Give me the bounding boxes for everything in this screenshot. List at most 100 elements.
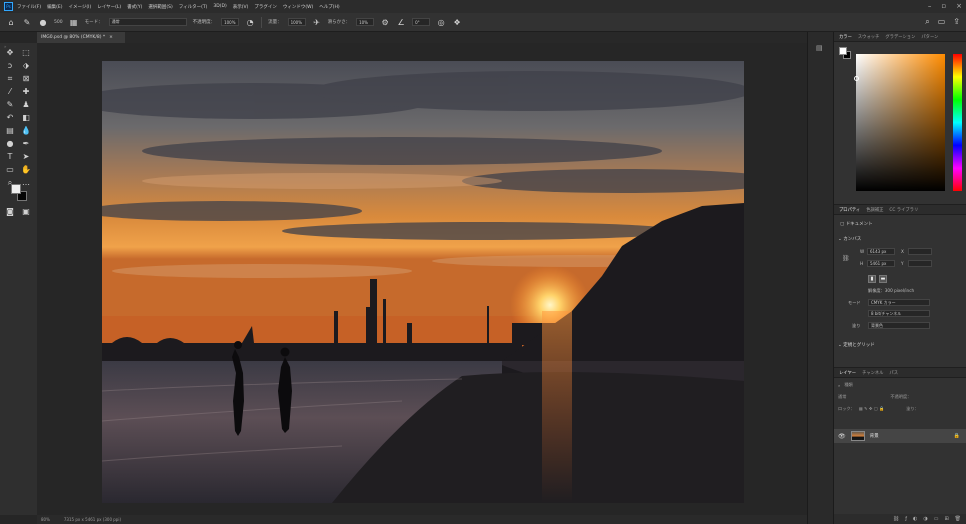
menu-filter[interactable]: フィルター(T) bbox=[179, 4, 208, 10]
workspace-icon[interactable]: ▭ bbox=[938, 17, 946, 27]
type-icon[interactable]: T bbox=[4, 152, 16, 162]
quick-mask-icon[interactable]: ◙ bbox=[4, 207, 16, 217]
menu-help[interactable]: ヘルプ(H) bbox=[319, 4, 339, 10]
link-icon[interactable]: ⛓ bbox=[842, 255, 850, 262]
menu-view[interactable]: 表示(V) bbox=[233, 4, 249, 10]
menu-plugins[interactable]: プラグイン bbox=[254, 4, 277, 10]
healing-icon[interactable]: ✚ bbox=[20, 87, 32, 97]
rulers-section-heading[interactable]: ⌄ 定規とグリッド bbox=[838, 342, 875, 348]
color-picker-field[interactable] bbox=[856, 54, 945, 191]
history-panel-icon[interactable]: ▤ bbox=[816, 44, 823, 52]
close-window-icon[interactable]: × bbox=[956, 2, 962, 10]
flow-field[interactable]: 100% bbox=[287, 18, 306, 26]
tab-adjustments[interactable]: 色調補正 bbox=[866, 207, 883, 213]
width-field[interactable]: 6143 px bbox=[867, 248, 895, 255]
menu-3d[interactable]: 3D(D) bbox=[213, 4, 226, 9]
tab-patterns[interactable]: パターン bbox=[921, 34, 938, 40]
tab-libraries[interactable]: CC ライブラリ bbox=[889, 207, 918, 213]
menu-file[interactable]: ファイル(F) bbox=[17, 4, 41, 10]
search-icon[interactable]: ⌕ bbox=[925, 17, 929, 27]
smoothing-field[interactable]: 10% bbox=[356, 18, 375, 26]
gradient-icon[interactable]: ▤ bbox=[4, 126, 16, 136]
home-icon[interactable]: ⌂ bbox=[6, 17, 16, 27]
artboard-icon[interactable]: ⬚ bbox=[20, 48, 32, 58]
canvas-section-heading[interactable]: ⌄ カンバス bbox=[838, 236, 861, 242]
tab-channels[interactable]: チャンネル bbox=[862, 370, 883, 376]
shape-icon[interactable]: ▭ bbox=[4, 165, 16, 175]
fill-select[interactable]: 背景色 bbox=[868, 322, 930, 329]
screen-mode-icon[interactable]: ▣ bbox=[20, 207, 32, 217]
tab-swatches[interactable]: スウォッチ bbox=[858, 34, 879, 40]
landscape-button[interactable]: ▬ bbox=[879, 275, 887, 283]
airbrush-icon[interactable]: ✈ bbox=[312, 17, 322, 27]
maximize-icon[interactable]: ▫ bbox=[941, 2, 946, 10]
share-icon[interactable]: ⇪ bbox=[953, 17, 960, 27]
mode-select[interactable]: CMYK カラー bbox=[868, 299, 930, 306]
picker-cursor[interactable] bbox=[854, 76, 859, 81]
blur-icon[interactable]: 💧 bbox=[20, 126, 32, 136]
fx-icon[interactable]: ƒ bbox=[905, 516, 907, 522]
lock-options-icon[interactable]: ▦ ✎ ✥ ▢ 🔒 bbox=[859, 406, 884, 412]
layer-row-background[interactable]: 👁 背景 🔒 bbox=[834, 429, 966, 443]
layer-filter-select[interactable]: 種類 bbox=[844, 382, 852, 388]
eyedropper-icon[interactable]: ⁄ bbox=[4, 87, 16, 97]
tab-properties[interactable]: プロパティ bbox=[839, 207, 860, 213]
mask-icon[interactable]: ◐ bbox=[913, 516, 917, 522]
menu-image[interactable]: イメージ(I) bbox=[68, 4, 91, 10]
pen-icon[interactable]: ✒ bbox=[20, 139, 32, 149]
crop-icon[interactable]: ⌗ bbox=[4, 74, 16, 84]
document-photo[interactable] bbox=[102, 61, 744, 503]
tab-gradients[interactable]: グラデーション bbox=[885, 34, 915, 40]
menu-edit[interactable]: 編集(E) bbox=[47, 4, 62, 10]
opacity-field[interactable]: 100% bbox=[221, 18, 240, 26]
tab-layers[interactable]: レイヤー bbox=[839, 370, 856, 376]
document-tab[interactable]: IMG0.psd @ 80% (CMYK/8) * × bbox=[37, 32, 125, 43]
menu-layer[interactable]: レイヤー(L) bbox=[97, 4, 121, 10]
eye-icon[interactable]: 👁 bbox=[838, 433, 846, 440]
height-field[interactable]: 5461 px bbox=[867, 260, 895, 267]
bit-depth-select[interactable]: 8 bit/チャンネル bbox=[868, 310, 930, 317]
pressure-opacity-icon[interactable]: ◔ bbox=[245, 17, 255, 27]
canvas-area[interactable] bbox=[37, 43, 807, 515]
close-tab-icon[interactable]: × bbox=[109, 35, 113, 40]
mini-foreground-swatch[interactable] bbox=[839, 47, 847, 55]
lasso-icon[interactable]: ↄ bbox=[4, 61, 16, 71]
frame-icon[interactable]: ⊠ bbox=[20, 74, 32, 84]
path-select-icon[interactable]: ➤ bbox=[20, 152, 32, 162]
menu-type[interactable]: 書式(Y) bbox=[127, 4, 142, 10]
brush-size[interactable]: 500 bbox=[54, 20, 63, 25]
hue-slider[interactable] bbox=[953, 54, 962, 191]
adjustment-icon[interactable]: ◑ bbox=[923, 516, 927, 522]
blend-mode-select[interactable]: 通常 bbox=[838, 394, 846, 400]
hand-icon[interactable]: ✋ bbox=[20, 165, 32, 175]
tab-paths[interactable]: パス bbox=[889, 370, 898, 376]
gear-icon[interactable]: ⚙ bbox=[380, 17, 390, 27]
tab-color[interactable]: カラー bbox=[839, 34, 852, 40]
menu-window[interactable]: ウィンドウ(W) bbox=[283, 4, 313, 10]
status-zoom[interactable]: 80% bbox=[41, 517, 50, 522]
minimize-icon[interactable]: – bbox=[928, 2, 932, 10]
stamp-icon[interactable]: ♟ bbox=[20, 100, 32, 110]
link-layers-icon[interactable]: ⛓ bbox=[893, 516, 899, 522]
history-brush-icon[interactable]: ↶ bbox=[4, 113, 16, 123]
move-icon[interactable]: ✥ bbox=[4, 48, 16, 58]
group-icon[interactable]: ▭ bbox=[934, 516, 939, 522]
more-tools-icon[interactable]: … bbox=[20, 178, 32, 188]
lock-icon[interactable]: 🔒 bbox=[954, 433, 960, 439]
symmetry-icon[interactable]: ❖ bbox=[452, 17, 462, 27]
new-layer-icon[interactable]: ⊞ bbox=[944, 516, 948, 522]
brush-icon[interactable]: ✎ bbox=[22, 17, 32, 27]
foreground-color-swatch[interactable] bbox=[11, 184, 21, 194]
brush-tool-icon[interactable]: ✎ bbox=[4, 100, 16, 110]
trash-icon[interactable]: 🗑 bbox=[955, 516, 961, 522]
mode-select[interactable]: 通常 bbox=[108, 18, 187, 26]
x-field[interactable] bbox=[908, 248, 932, 255]
angle-field[interactable]: 0° bbox=[412, 18, 431, 26]
eraser-icon[interactable]: ◧ bbox=[20, 113, 32, 123]
dodge-icon[interactable]: ● bbox=[4, 139, 16, 149]
brush-preset-icon[interactable]: ● bbox=[38, 17, 48, 27]
object-select-icon[interactable]: ⬗ bbox=[20, 61, 32, 71]
brush-panel-icon[interactable]: ▦ bbox=[69, 17, 79, 27]
y-field[interactable] bbox=[908, 260, 932, 267]
pressure-size-icon[interactable]: ◎ bbox=[436, 17, 446, 27]
